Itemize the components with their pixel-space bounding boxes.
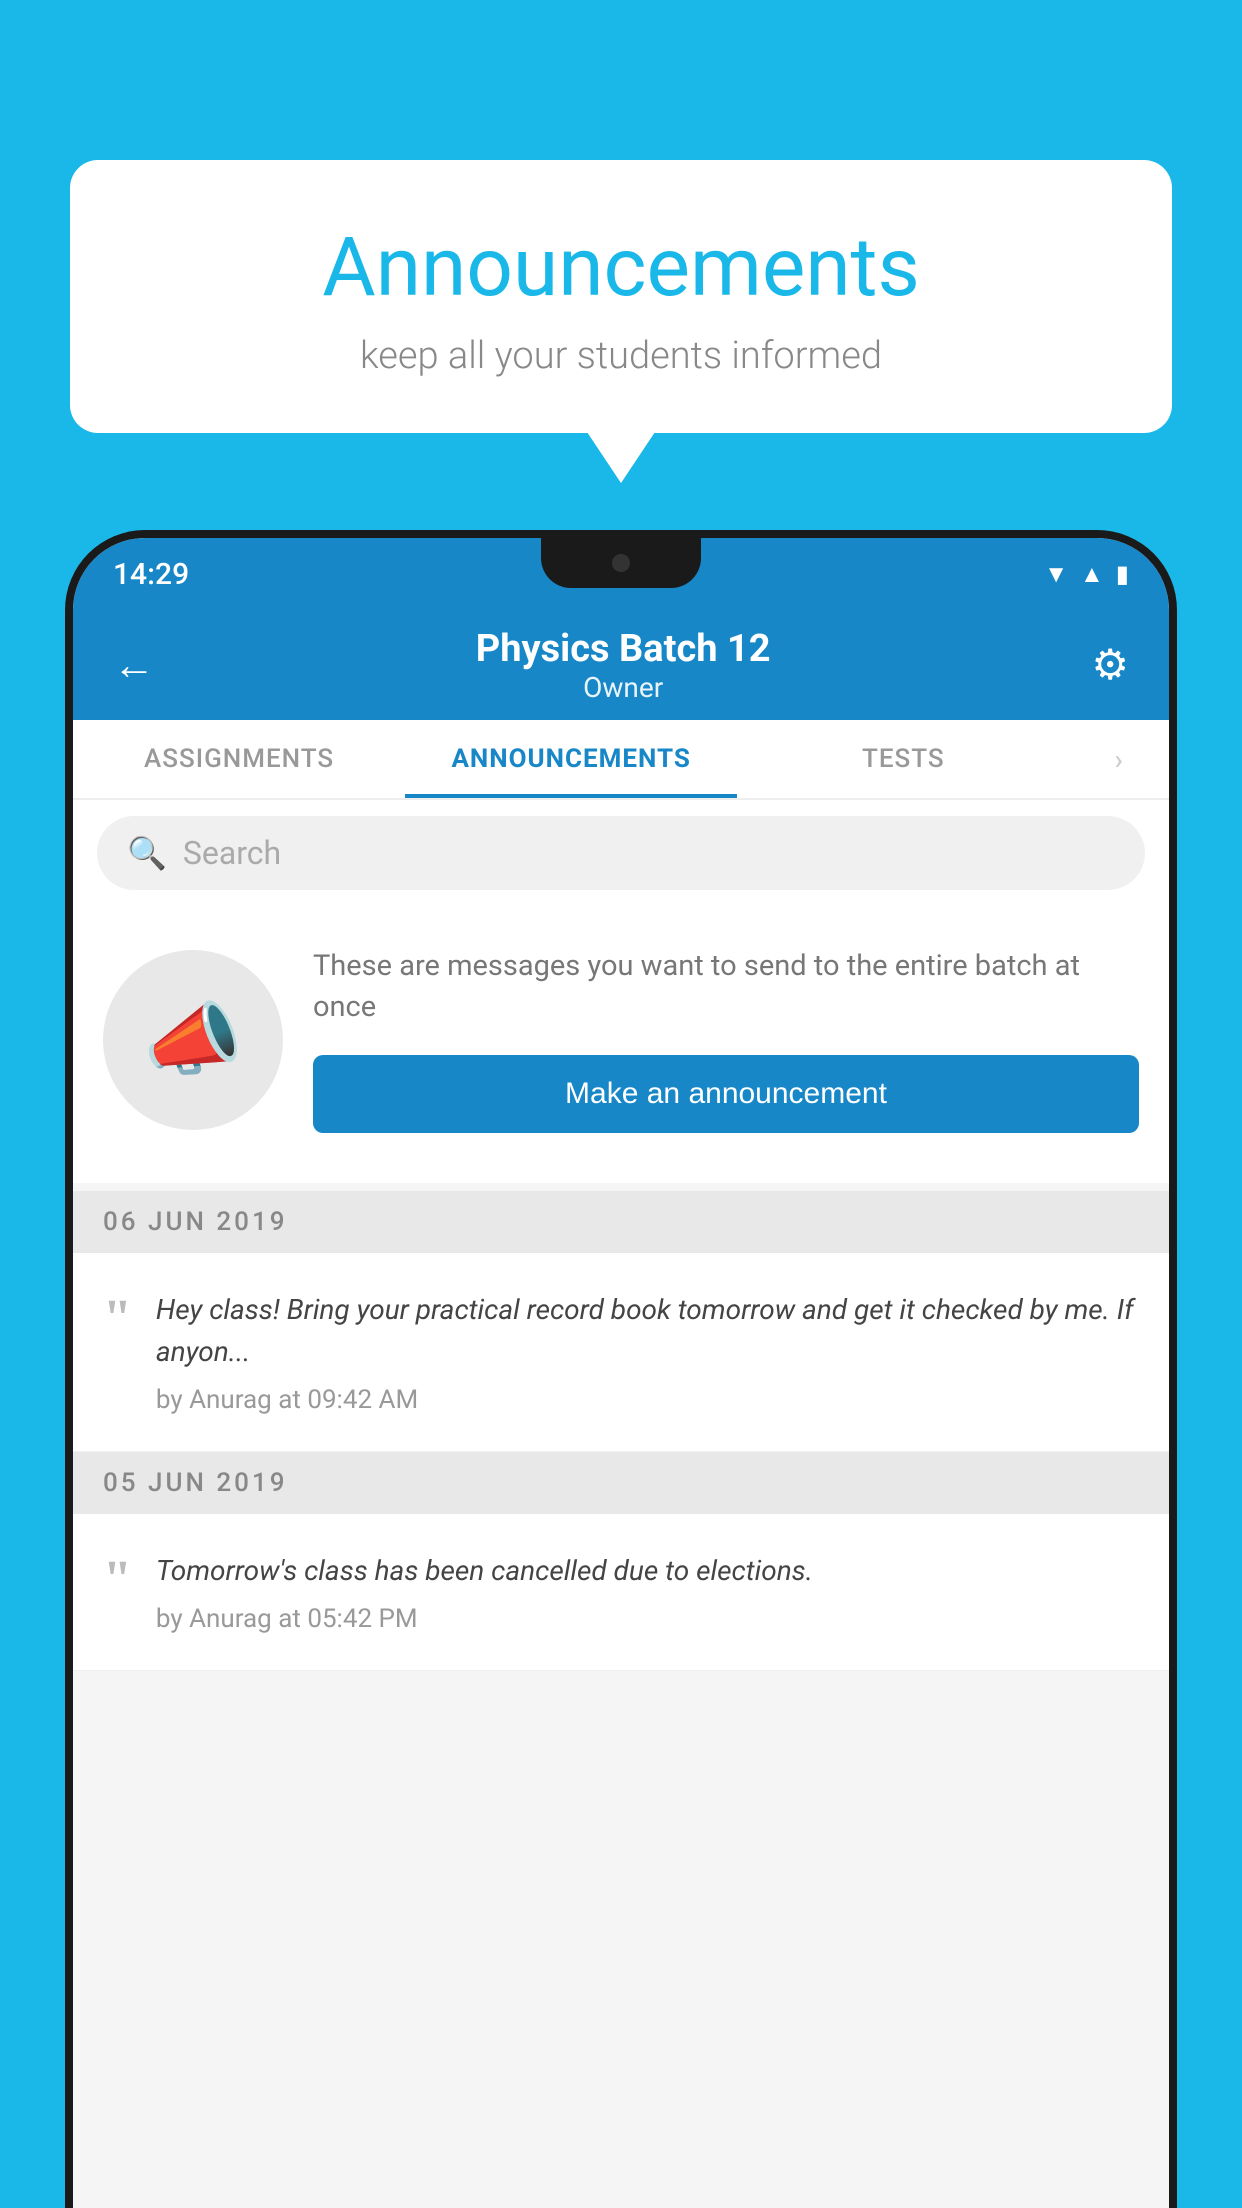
quote-icon-2: " [103,1554,132,1634]
camera-dot [612,554,630,572]
bubble-title: Announcements [150,220,1092,316]
back-button[interactable]: ← [103,631,165,700]
phone-frame: 14:29 ▼ ▲ ▮ ← Physics Batch 12 Owner ⚙ [65,530,1177,2208]
header-title-container: Physics Batch 12 Owner [165,627,1081,704]
date-separator-1: 06 JUN 2019 [73,1191,1169,1253]
app-header: ← Physics Batch 12 Owner ⚙ [73,610,1169,720]
search-container: 🔍 Search [73,800,1169,906]
signal-icon: ▲ [1080,560,1104,589]
tab-more[interactable]: › [1069,720,1169,798]
wifi-icon: ▼ [1044,560,1068,589]
tab-assignments[interactable]: ASSIGNMENTS [73,720,405,798]
status-time: 14:29 [113,557,189,592]
speech-bubble: Announcements keep all your students inf… [70,160,1172,433]
announcement-prompt: 📣 These are messages you want to send to… [73,906,1169,1183]
date-label-1: 06 JUN 2019 [103,1207,288,1237]
announcement-meta-2: by Anurag at 05:42 PM [156,1604,418,1634]
status-icons: ▼ ▲ ▮ [1044,560,1129,589]
announcement-text-2: Tomorrow's class has been cancelled due … [156,1550,1139,1592]
date-separator-2: 05 JUN 2019 [73,1452,1169,1514]
quote-icon-1: " [103,1293,132,1415]
tabs-container: ASSIGNMENTS ANNOUNCEMENTS TESTS › [73,720,1169,800]
header-title: Physics Batch 12 [165,627,1081,671]
content-area: 🔍 Search 📣 These are messages you want t… [73,800,1169,2208]
tab-announcements[interactable]: ANNOUNCEMENTS [405,720,737,798]
battery-icon: ▮ [1116,560,1129,588]
status-bar: 14:29 ▼ ▲ ▮ [73,538,1169,610]
announcement-item-2[interactable]: " Tomorrow's class has been cancelled du… [73,1514,1169,1671]
search-bar[interactable]: 🔍 Search [97,816,1145,890]
prompt-content: These are messages you want to send to t… [313,946,1139,1133]
search-placeholder: Search [183,834,281,872]
announcement-meta-1: by Anurag at 09:42 AM [156,1385,418,1415]
phone-inner: 14:29 ▼ ▲ ▮ ← Physics Batch 12 Owner ⚙ [73,538,1169,2208]
tab-tests[interactable]: TESTS [737,720,1069,798]
search-icon: 🔍 [127,834,167,872]
notch [541,538,701,588]
date-label-2: 05 JUN 2019 [103,1468,288,1498]
megaphone-icon: 📣 [143,993,243,1087]
gear-icon[interactable]: ⚙ [1081,630,1139,700]
announcement-item-1[interactable]: " Hey class! Bring your practical record… [73,1253,1169,1452]
announcement-text-1: Hey class! Bring your practical record b… [156,1289,1139,1373]
announcement-content-2: Tomorrow's class has been cancelled due … [156,1550,1139,1634]
megaphone-circle: 📣 [103,950,283,1130]
speech-bubble-container: Announcements keep all your students inf… [70,160,1172,433]
prompt-text: These are messages you want to send to t… [313,946,1139,1027]
bubble-subtitle: keep all your students informed [150,334,1092,378]
make-announcement-button[interactable]: Make an announcement [313,1055,1139,1133]
announcement-content-1: Hey class! Bring your practical record b… [156,1289,1139,1415]
phone-screen: 14:29 ▼ ▲ ▮ ← Physics Batch 12 Owner ⚙ [73,538,1169,2208]
header-subtitle: Owner [165,671,1081,704]
